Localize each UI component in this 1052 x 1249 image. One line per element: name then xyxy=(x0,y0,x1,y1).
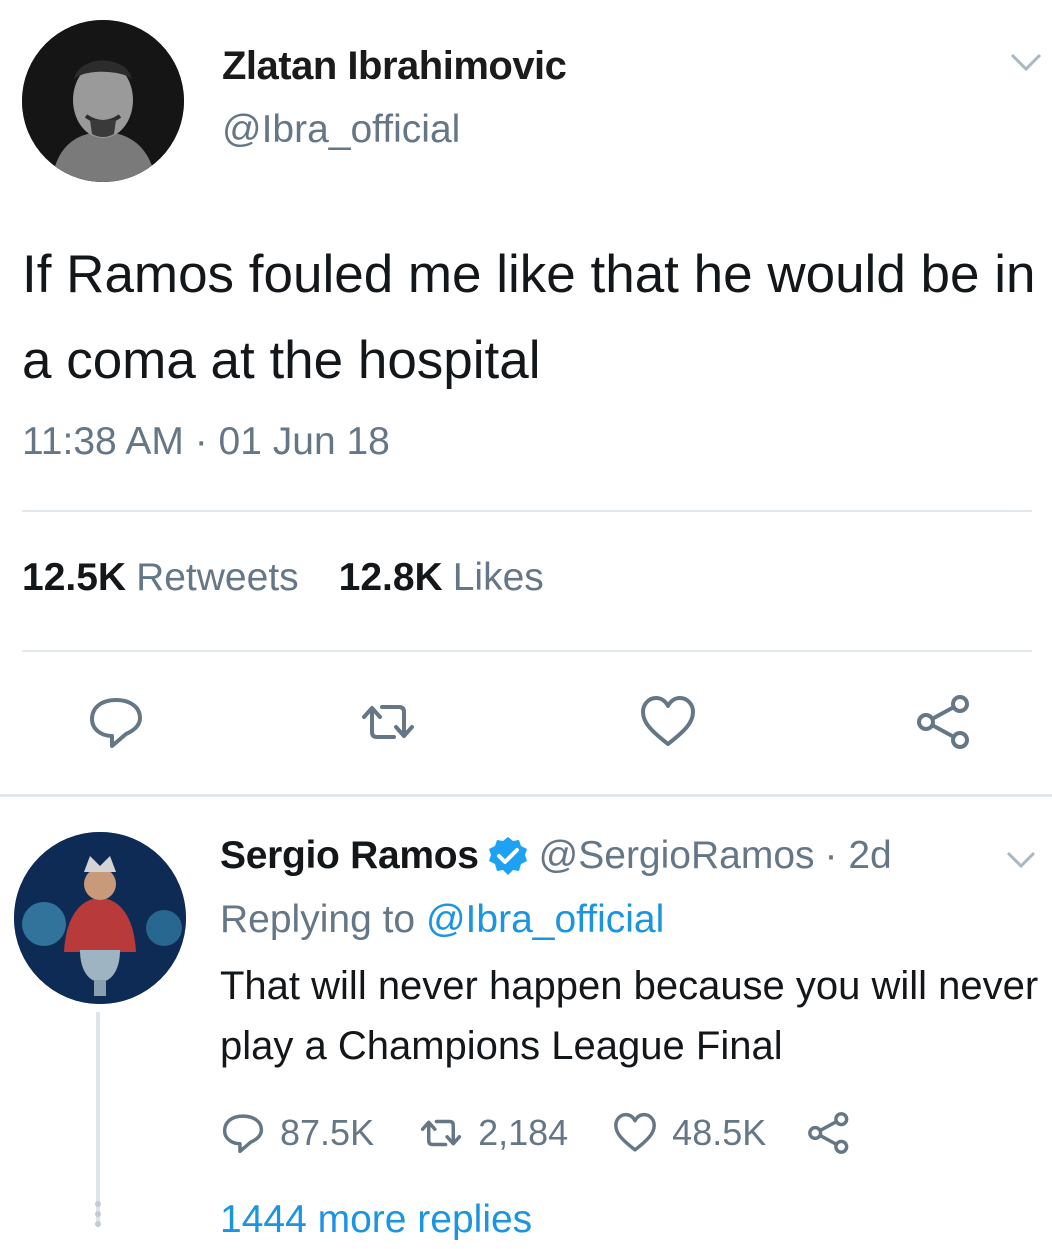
reply-author-avatar[interactable] xyxy=(14,832,186,1004)
chevron-down-icon[interactable] xyxy=(1008,50,1044,74)
author-name[interactable]: Zlatan Ibrahimovic xyxy=(222,44,567,89)
reply-reply-button[interactable]: 87.5K xyxy=(220,1110,374,1156)
retweets-count: 12.5K xyxy=(22,556,127,599)
chevron-down-icon[interactable] xyxy=(1004,848,1038,870)
replying-prefix: Replying to xyxy=(220,898,416,941)
divider xyxy=(22,510,1032,512)
retweet-icon xyxy=(420,1119,462,1147)
likes-label: Likes xyxy=(452,556,544,599)
reply-age: · 2d xyxy=(824,834,892,877)
thread-line xyxy=(96,1012,100,1222)
reply-retweet-button[interactable]: 2,184 xyxy=(418,1110,568,1156)
like-icon xyxy=(614,1112,657,1152)
reply-count: 87.5K xyxy=(280,1112,375,1153)
divider xyxy=(22,650,1032,652)
tweet-timestamp[interactable]: 11:38 AM · 01 Jun 18 xyxy=(22,420,390,464)
avatar-portrait-icon xyxy=(22,20,184,182)
share-icon xyxy=(808,1112,849,1154)
retweets-stat[interactable]: 12.5K Retweets xyxy=(22,556,299,600)
reply-author-handle[interactable]: @SergioRamos xyxy=(539,834,815,878)
reply-icon xyxy=(222,1114,264,1154)
verified-badge-icon xyxy=(488,837,527,875)
author-avatar[interactable] xyxy=(22,20,184,182)
reply-text: That will never happen because you will … xyxy=(220,964,1039,1068)
replying-mention[interactable]: @Ibra_official xyxy=(426,898,664,941)
thread-dots-icon xyxy=(95,1201,101,1227)
avatar-trophy-icon xyxy=(14,832,186,1004)
section-divider xyxy=(0,794,1052,797)
retweet-icon[interactable] xyxy=(358,692,418,752)
retweet-count: 2,184 xyxy=(478,1112,569,1153)
tweet-stats: 12.5K Retweets 12.8K Likes xyxy=(22,556,544,600)
author-handle[interactable]: @Ibra_official xyxy=(222,108,460,152)
reply-icon[interactable] xyxy=(86,692,146,752)
retweets-label: Retweets xyxy=(136,556,299,599)
reply-like-button[interactable]: 48.5K xyxy=(612,1110,766,1156)
reply-actions: 87.5K 2,184 48.5K xyxy=(220,1108,866,1158)
like-count: 48.5K xyxy=(672,1112,767,1153)
replying-to: Replying to @Ibra_official xyxy=(220,898,664,942)
reply-share-button[interactable] xyxy=(806,1110,866,1156)
reply-header: Sergio Ramos @SergioRamos · 2d xyxy=(220,834,892,878)
reply-author-name[interactable]: Sergio Ramos xyxy=(220,834,479,878)
like-icon[interactable] xyxy=(638,692,698,752)
tweet-text: If Ramos fouled me like that he would be… xyxy=(22,245,1036,390)
likes-stat[interactable]: 12.8K Likes xyxy=(339,556,544,600)
more-replies-link[interactable]: 1444 more replies xyxy=(220,1198,532,1242)
share-icon[interactable] xyxy=(914,692,974,752)
tweet-detail-screen: Zlatan Ibrahimovic @Ibra_official If Ram… xyxy=(0,0,1052,1249)
likes-count: 12.8K xyxy=(338,556,443,599)
